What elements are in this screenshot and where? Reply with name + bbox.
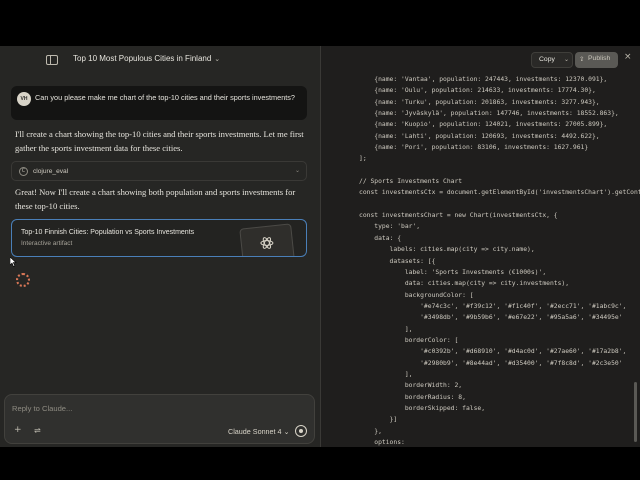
- copy-label: Copy: [539, 56, 555, 63]
- sidebar-icon[interactable]: [46, 55, 58, 65]
- voice-mode-button[interactable]: [295, 425, 307, 437]
- app-window: Top 10 Most Populous Cities in Finland ⌄ …: [0, 46, 640, 447]
- code-line: ],: [359, 370, 413, 378]
- code-line: }]: [359, 416, 398, 424]
- artifact-card[interactable]: Top-10 Finnish Cities: Population vs Spo…: [11, 219, 307, 257]
- code-line: ],: [359, 325, 413, 333]
- user-message-text: Can you please make me chart of the top-…: [35, 93, 295, 102]
- close-icon[interactable]: ×: [624, 52, 632, 62]
- chat-title-button[interactable]: Top 10 Most Populous Cities in Finland ⌄: [73, 54, 220, 63]
- copy-button[interactable]: Copy ⌄: [531, 52, 573, 68]
- artifact-panel: Copy ⌄ ⇪ Publish × {name: 'Vantaa', popu…: [320, 46, 640, 447]
- code-line: backgroundColor: [: [359, 291, 474, 299]
- artifact-title: Top-10 Finnish Cities: Population vs Spo…: [21, 229, 195, 236]
- code-line: '#3498db', '#9b59b6', '#e67e22', '#95a5a…: [359, 314, 623, 322]
- artifact-subtitle: Interactive artifact: [21, 240, 73, 247]
- plus-icon[interactable]: +: [14, 425, 22, 435]
- code-line: const investmentsChart = new Chart(inves…: [359, 212, 558, 220]
- code-line: type: 'bar',: [359, 223, 421, 231]
- code-line: // Sports Investments Chart: [359, 178, 463, 186]
- publish-label: Publish: [588, 55, 611, 62]
- tools-icon[interactable]: ⇌: [34, 426, 41, 435]
- chevron-down-icon: ⌄: [294, 167, 300, 174]
- code-line: {name: 'Turku', population: 201863, inve…: [359, 98, 600, 106]
- code-line: {name: 'Jyväskylä', population: 147746, …: [359, 110, 619, 118]
- code-line: ];: [359, 155, 367, 163]
- scrollbar[interactable]: [634, 382, 637, 442]
- code-line: datasets: [{: [359, 257, 436, 265]
- code-line: labels: cities.map(city => city.name),: [359, 246, 535, 254]
- code-line: {name: 'Vantaa', population: 247443, inv…: [359, 76, 608, 83]
- code-line: '#c0392b', '#d68910', '#d4ac0d', '#27ae6…: [359, 348, 627, 356]
- code-line: },: [359, 427, 382, 435]
- tool-label: clojure_eval: [33, 168, 69, 175]
- loading-spinner-icon: [16, 273, 30, 287]
- code-line: label: 'Sports Investments (€1000s)',: [359, 268, 547, 276]
- code-line: '#e74c3c', '#f39c12', '#f1c40f', '#2ecc7…: [359, 302, 627, 310]
- code-line: {name: 'Oulu', population: 214633, inves…: [359, 87, 596, 95]
- code-line: borderWidth: 2,: [359, 382, 463, 390]
- code-line: borderSkipped: false,: [359, 404, 486, 412]
- code-line: borderColor: [: [359, 336, 459, 344]
- code-line: {name: 'Kuopio', population: 124021, inv…: [359, 121, 608, 129]
- code-line: {name: 'Lahti', population: 120693, inve…: [359, 132, 600, 140]
- reply-composer[interactable]: Reply to Claude... + ⇌ Claude Sonnet 4 ⌄: [4, 394, 315, 444]
- code-line: data: {: [359, 234, 402, 242]
- publish-icon: ⇪: [579, 55, 585, 63]
- mouse-cursor-icon: [10, 257, 17, 267]
- assistant-message-2: Great! Now I'll create a chart showing b…: [15, 187, 296, 211]
- code-line: {name: 'Pori', population: 83106, invest…: [359, 144, 589, 152]
- user-message: VH Can you please make me chart of the t…: [11, 86, 307, 120]
- chevron-down-icon[interactable]: ⌄: [564, 56, 569, 63]
- reply-input[interactable]: Reply to Claude...: [12, 404, 72, 413]
- artifact-thumbnail: [239, 223, 295, 256]
- code-view[interactable]: {name: 'Vantaa', population: 247443, inv…: [359, 74, 640, 447]
- model-selector[interactable]: Claude Sonnet 4 ⌄: [228, 427, 290, 436]
- publish-button[interactable]: ⇪ Publish: [575, 52, 618, 68]
- code-line: borderRadius: 8,: [359, 393, 466, 401]
- assistant-message-1: I'll create a chart showing the top-10 c…: [15, 129, 304, 153]
- chevron-down-icon: ⌄: [283, 427, 290, 436]
- code-line: '#2980b9', '#8e44ad', '#d35400', '#7f8c8…: [359, 359, 623, 367]
- chat-header: Top 10 Most Populous Cities in Finland ⌄: [0, 46, 320, 74]
- avatar: VH: [17, 92, 31, 106]
- chat-title: Top 10 Most Populous Cities in Finland: [73, 54, 212, 63]
- code-line: const investmentsCtx = document.getEleme…: [359, 189, 640, 197]
- model-label: Claude Sonnet 4: [228, 427, 282, 436]
- tool-call-clojure-eval[interactable]: C clojure_eval ⌄: [11, 161, 307, 181]
- chevron-down-icon: ⌄: [214, 56, 221, 63]
- code-line: options:: [359, 439, 405, 446]
- tool-icon: C: [19, 167, 28, 176]
- chat-pane: Top 10 Most Populous Cities in Finland ⌄ …: [0, 46, 320, 447]
- atom-icon: [260, 237, 274, 249]
- code-line: data: cities.map(city => city.investment…: [359, 280, 570, 288]
